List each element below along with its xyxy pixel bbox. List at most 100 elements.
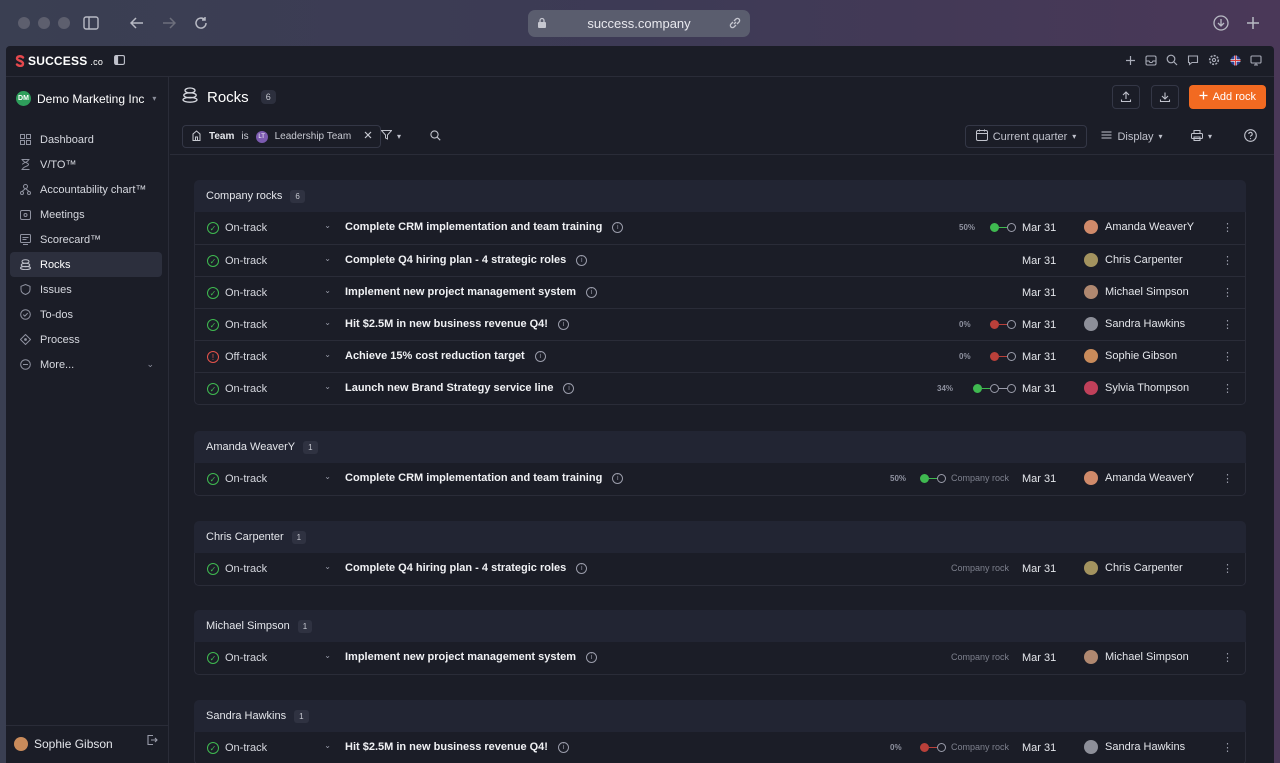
rock-row[interactable]: ✓ On-track ⌄ Complete CRM implementation…: [195, 212, 1245, 244]
chat-icon[interactable]: [1187, 54, 1199, 66]
plus-icon[interactable]: [1124, 54, 1136, 66]
group-header[interactable]: Chris Carpenter 1: [194, 521, 1246, 553]
link-icon[interactable]: [728, 16, 742, 33]
rock-row[interactable]: ✓ On-track ⌄ Implement new project manag…: [195, 276, 1245, 308]
rock-title[interactable]: Implement new project management system …: [345, 286, 598, 298]
app-logo[interactable]: SUCCESS .co: [15, 54, 125, 68]
due-date[interactable]: Mar 31: [1022, 563, 1056, 575]
info-icon[interactable]: i: [586, 286, 598, 298]
sidebar-item-todos[interactable]: To-dos: [10, 302, 162, 327]
due-date[interactable]: Mar 31: [1022, 473, 1056, 485]
search-button[interactable]: [423, 125, 447, 148]
rock-title[interactable]: Complete Q4 hiring plan - 4 strategic ro…: [345, 254, 588, 266]
sidebar-item-rocks[interactable]: Rocks: [10, 252, 162, 277]
forward-icon[interactable]: [158, 12, 180, 34]
info-icon[interactable]: i: [576, 254, 588, 266]
search-icon[interactable]: [1166, 54, 1178, 66]
info-icon[interactable]: i: [534, 350, 546, 362]
group-header[interactable]: Company rocks 6: [194, 180, 1246, 212]
more-options-icon[interactable]: ⋮: [1222, 562, 1233, 575]
sidebar-item-accountability[interactable]: Accountability chart™: [10, 177, 162, 202]
window-controls[interactable]: [18, 17, 70, 29]
monitor-icon[interactable]: [1250, 54, 1262, 66]
rock-row[interactable]: ✓ On-track ⌄ Complete Q4 hiring plan - 4…: [195, 553, 1245, 585]
more-options-icon[interactable]: ⋮: [1222, 741, 1233, 754]
rock-title[interactable]: Hit $2.5M in new business revenue Q4! i: [345, 741, 569, 753]
info-icon[interactable]: i: [612, 472, 624, 484]
sidebar-item-scorecard[interactable]: Scorecard™: [10, 227, 162, 252]
status-select[interactable]: ✓ On-track ⌄: [207, 647, 337, 669]
more-options-icon[interactable]: ⋮: [1222, 254, 1233, 267]
rock-row[interactable]: ✓ On-track ⌄ Complete Q4 hiring plan - 4…: [195, 244, 1245, 276]
help-button[interactable]: [1236, 125, 1264, 148]
info-icon[interactable]: i: [563, 382, 575, 394]
period-select[interactable]: Current quarter ▾: [965, 125, 1087, 148]
rock-title[interactable]: Hit $2.5M in new business revenue Q4! i: [345, 318, 569, 330]
due-date[interactable]: Mar 31: [1022, 652, 1056, 664]
more-options-icon[interactable]: ⋮: [1222, 382, 1233, 395]
status-select[interactable]: ✓ On-track ⌄: [207, 314, 337, 336]
status-select[interactable]: ✓ On-track ⌄: [207, 378, 337, 400]
rock-row[interactable]: ✓ On-track ⌄ Hit $2.5M in new business r…: [195, 308, 1245, 340]
info-icon[interactable]: i: [586, 651, 598, 663]
rock-row[interactable]: ✓ On-track ⌄ Complete CRM implementation…: [195, 463, 1245, 495]
address-bar[interactable]: success.company: [528, 10, 750, 37]
due-date[interactable]: Mar 31: [1022, 351, 1056, 363]
more-options-icon[interactable]: ⋮: [1222, 286, 1233, 299]
sidebar-item-vto[interactable]: V/TO™: [10, 152, 162, 177]
download-icon[interactable]: [1210, 12, 1232, 34]
reload-icon[interactable]: [190, 12, 212, 34]
inbox-icon[interactable]: [1145, 54, 1157, 66]
rock-owner[interactable]: Amanda WeaverY: [1084, 220, 1194, 234]
sidebar-item-meetings[interactable]: Meetings: [10, 202, 162, 227]
rock-owner[interactable]: Amanda WeaverY: [1084, 471, 1194, 485]
sidebar-item-issues[interactable]: Issues: [10, 277, 162, 302]
more-options-icon[interactable]: ⋮: [1222, 221, 1233, 234]
info-icon[interactable]: i: [557, 741, 569, 753]
rock-title[interactable]: Achieve 15% cost reduction target i: [345, 350, 546, 362]
status-select[interactable]: ✓ On-track ⌄: [207, 217, 337, 239]
group-header[interactable]: Michael Simpson 1: [194, 610, 1246, 642]
status-select[interactable]: ! Off-track ⌄: [207, 346, 337, 368]
more-options-icon[interactable]: ⋮: [1222, 472, 1233, 485]
print-button[interactable]: ▾: [1180, 125, 1223, 148]
status-select[interactable]: ✓ On-track ⌄: [207, 737, 337, 759]
sidebar-item-more[interactable]: More... ⌄: [10, 352, 162, 377]
info-icon[interactable]: i: [576, 562, 588, 574]
gear-icon[interactable]: [1208, 54, 1220, 66]
group-header[interactable]: Sandra Hawkins 1: [194, 700, 1246, 732]
sidebar-toggle-icon[interactable]: [80, 12, 102, 34]
more-options-icon[interactable]: ⋮: [1222, 350, 1233, 363]
export-button[interactable]: [1112, 85, 1140, 109]
status-select[interactable]: ✓ On-track ⌄: [207, 558, 337, 580]
status-select[interactable]: ✓ On-track ⌄: [207, 250, 337, 272]
due-date[interactable]: Mar 31: [1022, 222, 1056, 234]
rock-title[interactable]: Complete Q4 hiring plan - 4 strategic ro…: [345, 562, 588, 574]
more-options-icon[interactable]: ⋮: [1222, 651, 1233, 664]
logout-icon[interactable]: [146, 734, 158, 749]
status-select[interactable]: ✓ On-track ⌄: [207, 282, 337, 304]
uk-flag-icon[interactable]: [1229, 54, 1241, 66]
rock-owner[interactable]: Sylvia Thompson: [1084, 381, 1189, 395]
due-date[interactable]: Mar 31: [1022, 383, 1056, 395]
rock-owner[interactable]: Michael Simpson: [1084, 285, 1189, 299]
collapse-sidebar-icon[interactable]: [114, 54, 125, 68]
more-options-icon[interactable]: ⋮: [1222, 318, 1233, 331]
rock-owner[interactable]: Michael Simpson: [1084, 650, 1189, 664]
rock-row[interactable]: ✓ On-track ⌄ Implement new project manag…: [195, 642, 1245, 674]
rock-title[interactable]: Launch new Brand Strategy service line i: [345, 382, 575, 394]
due-date[interactable]: Mar 31: [1022, 287, 1056, 299]
back-icon[interactable]: [126, 12, 148, 34]
due-date[interactable]: Mar 31: [1022, 742, 1056, 754]
rock-title[interactable]: Complete CRM implementation and team tra…: [345, 472, 624, 484]
display-button[interactable]: Display ▾: [1094, 125, 1170, 148]
info-icon[interactable]: i: [557, 318, 569, 330]
sidebar-item-dashboard[interactable]: Dashboard: [10, 127, 162, 152]
rock-title[interactable]: Complete CRM implementation and team tra…: [345, 221, 624, 233]
filter-button[interactable]: ▾: [373, 125, 409, 148]
import-button[interactable]: [1151, 85, 1179, 109]
rock-owner[interactable]: Chris Carpenter: [1084, 253, 1183, 267]
due-date[interactable]: Mar 31: [1022, 255, 1056, 267]
rock-owner[interactable]: Chris Carpenter: [1084, 561, 1183, 575]
status-select[interactable]: ✓ On-track ⌄: [207, 468, 337, 490]
